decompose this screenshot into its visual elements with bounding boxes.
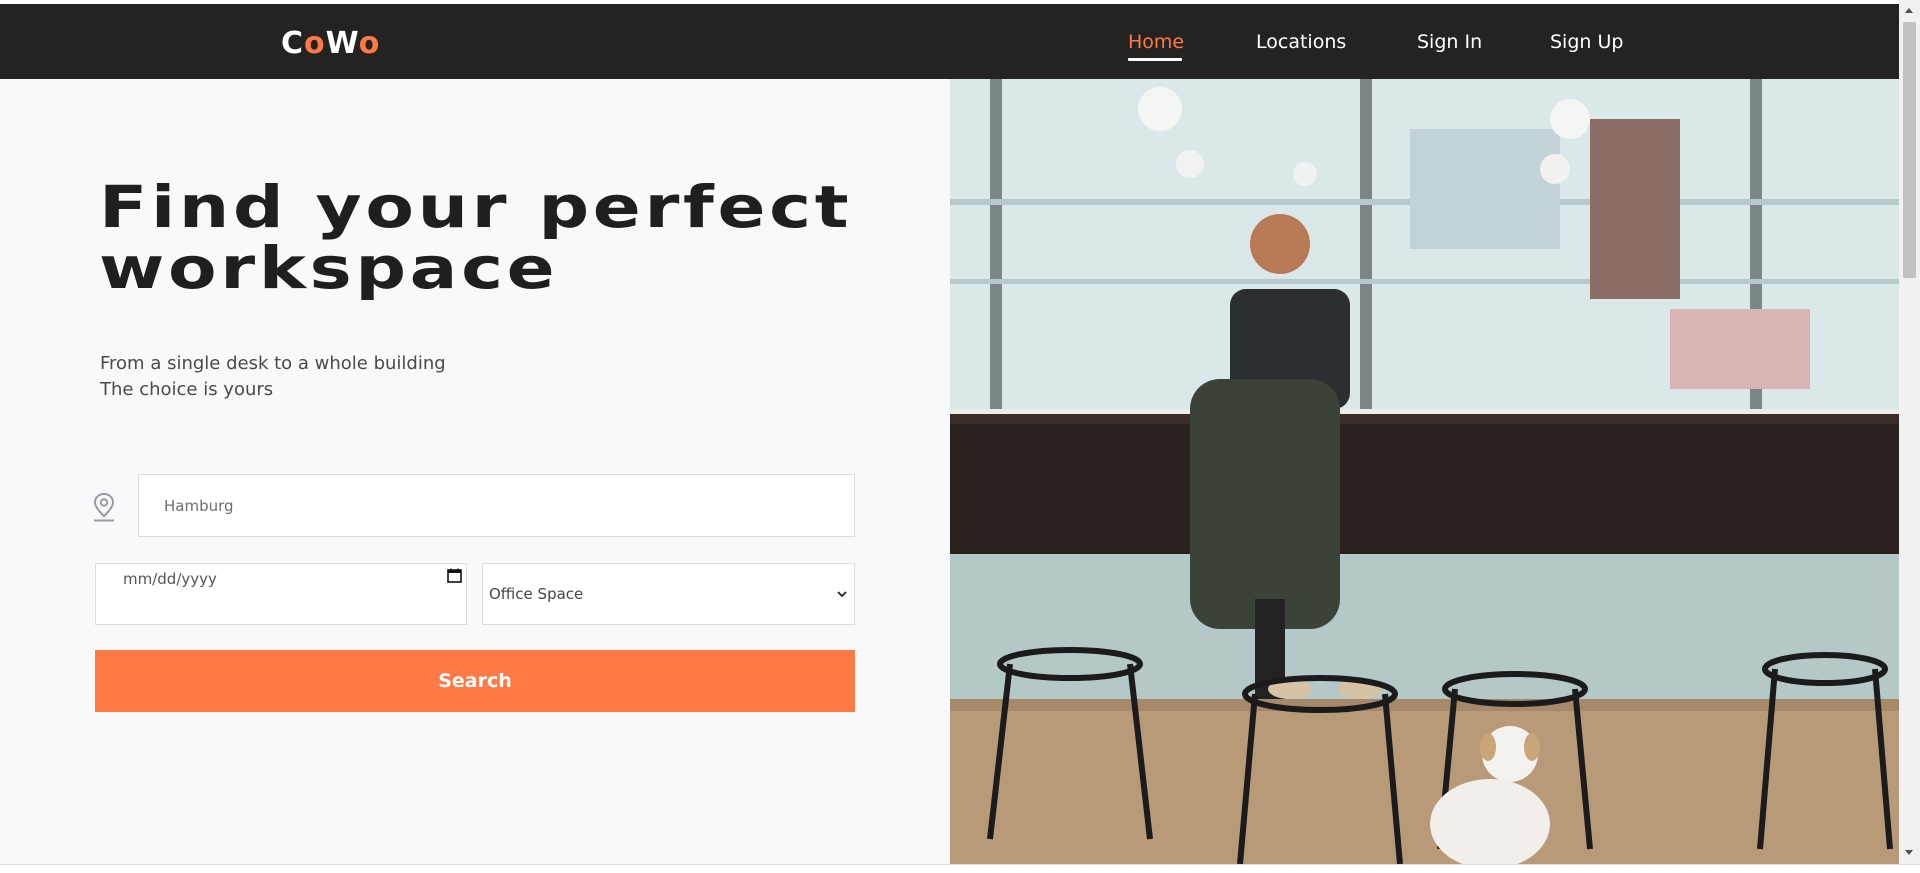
map-pin-icon <box>93 492 115 522</box>
search-button[interactable]: Search <box>95 650 855 712</box>
logo-letter-o: o <box>304 26 326 61</box>
nav-active-underline <box>1128 58 1182 61</box>
space-type-select[interactable]: Office Space <box>482 563 855 625</box>
nav-sign-in-link[interactable]: Sign In <box>1417 30 1482 54</box>
location-field[interactable] <box>138 474 855 537</box>
workspace-hero-photo <box>950 79 1899 864</box>
nav-sign-up-link[interactable]: Sign Up <box>1550 30 1623 54</box>
hero-subtitle-line-1: From a single desk to a whole building <box>100 353 446 374</box>
hero-title-line-2: workspace <box>99 234 559 302</box>
scrollbar-thumb[interactable] <box>1903 22 1916 278</box>
workspace-photo-illustration <box>950 79 1899 864</box>
top-navbar: CoWo Home Locations Sign In Sign Up <box>0 4 1899 79</box>
hero-subtitle: From a single desk to a whole building T… <box>100 351 446 403</box>
logo-letter-w: W <box>325 26 359 61</box>
chevron-down-icon <box>837 591 847 598</box>
cowo-logo[interactable]: CoWo <box>281 26 380 61</box>
date-input-placeholder: mm/dd/yyyy <box>123 570 217 588</box>
nav-home-link[interactable]: Home <box>1128 30 1184 54</box>
vertical-scrollbar[interactable] <box>1899 0 1920 865</box>
scroll-up-arrow-icon[interactable] <box>1905 8 1913 13</box>
nav-locations-link[interactable]: Locations <box>1256 30 1346 54</box>
viewport-bottom-edge <box>0 864 1920 873</box>
hero-title-line-1: Find your perfect <box>99 173 853 241</box>
scroll-down-arrow-icon[interactable] <box>1905 850 1913 855</box>
date-field[interactable]: mm/dd/yyyy <box>95 563 467 625</box>
calendar-icon[interactable] <box>447 568 462 583</box>
hero-subtitle-line-2: The choice is yours <box>100 379 274 400</box>
logo-letter-c: C <box>281 26 305 61</box>
hero-title: Find your perfect workspace <box>99 177 953 299</box>
location-input[interactable] <box>139 475 854 536</box>
logo-letter-o-2: o <box>358 26 381 61</box>
space-type-value: Office Space <box>489 585 584 603</box>
